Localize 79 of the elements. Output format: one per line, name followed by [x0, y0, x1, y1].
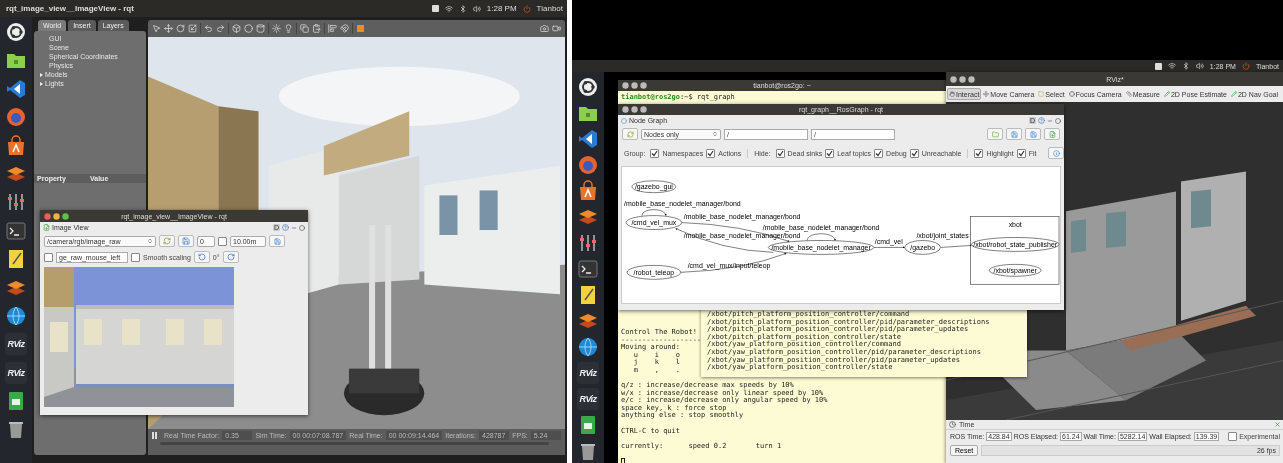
checkbox[interactable] — [874, 148, 884, 158]
move-icon — [983, 91, 990, 97]
terminal-icon[interactable] — [5, 219, 27, 242]
move-icon[interactable] — [164, 24, 173, 33]
shopping-bag-icon[interactable] — [5, 134, 27, 157]
circle-logo-icon[interactable] — [5, 21, 27, 43]
pencil-icon — [1163, 91, 1170, 97]
copy-icon[interactable] — [300, 24, 309, 33]
rviz-launcher[interactable]: RViz — [577, 388, 599, 410]
checkbox[interactable] — [909, 148, 919, 158]
sun-icon[interactable] — [272, 24, 281, 33]
volume-icon[interactable] — [472, 4, 481, 13]
align-icon[interactable] — [328, 24, 337, 33]
save-icon — [1029, 130, 1037, 138]
cylinder-icon[interactable] — [256, 24, 265, 33]
checkbox[interactable] — [775, 148, 785, 158]
info-icon — [1052, 149, 1060, 157]
video-icon[interactable] — [552, 24, 561, 33]
user-name: Tianbot — [536, 4, 563, 13]
rotate-icon[interactable] — [176, 24, 185, 33]
wifi-icon[interactable] — [1167, 62, 1176, 70]
magnet-icon[interactable] — [340, 24, 349, 33]
code-editor-icon[interactable] — [577, 128, 599, 150]
file-icon — [1048, 130, 1056, 138]
close-icon[interactable] — [1055, 117, 1061, 124]
globe-icon[interactable] — [5, 304, 27, 327]
terminal-icon[interactable] — [577, 258, 599, 280]
checkbox[interactable] — [825, 148, 835, 158]
updown-icon — [712, 131, 718, 137]
checkbox[interactable] — [44, 252, 53, 262]
text-cursor — [621, 458, 625, 463]
refresh-icon — [626, 130, 634, 138]
bulb-icon[interactable] — [284, 24, 293, 33]
checkbox[interactable] — [650, 148, 660, 158]
shopping-bag-icon[interactable] — [577, 180, 599, 202]
color-cube-icon[interactable] — [356, 24, 365, 33]
window-controls[interactable] — [622, 106, 648, 113]
sliders-icon[interactable] — [577, 232, 599, 254]
checkbox[interactable] — [1016, 148, 1026, 158]
window-controls[interactable] — [622, 82, 648, 89]
sphere-icon[interactable] — [244, 24, 253, 33]
clock-icon — [949, 421, 956, 428]
undo-icon[interactable] — [204, 24, 213, 33]
rviz-launcher[interactable]: RViz — [5, 333, 27, 356]
camera-icon[interactable] — [540, 24, 549, 33]
window-controls[interactable] — [950, 75, 976, 83]
plugin-icon — [43, 224, 50, 231]
window-controls[interactable] — [44, 212, 70, 220]
box-icon[interactable] — [232, 24, 241, 33]
paste-icon[interactable] — [312, 24, 321, 33]
browser-icon[interactable] — [577, 154, 599, 176]
folder-icon — [991, 130, 999, 138]
bluetooth-icon[interactable] — [1181, 62, 1190, 70]
volume-icon[interactable] — [1195, 62, 1204, 70]
checkbox[interactable] — [706, 148, 716, 158]
globe-icon[interactable] — [577, 336, 599, 358]
scale-icon[interactable] — [188, 24, 197, 33]
save-icon — [1010, 130, 1018, 138]
browser-icon[interactable] — [5, 106, 27, 129]
checkbox[interactable] — [974, 148, 984, 158]
checkbox[interactable] — [131, 252, 140, 262]
circle-logo-icon[interactable] — [577, 76, 599, 98]
code-editor-icon[interactable] — [5, 77, 27, 100]
wifi-icon[interactable] — [444, 4, 453, 13]
crosshair-icon — [1068, 91, 1075, 97]
bluetooth-icon[interactable] — [458, 4, 467, 13]
close-icon[interactable] — [1274, 421, 1281, 428]
rviz-launcher[interactable]: RViz — [577, 362, 599, 384]
ruler-icon — [1125, 91, 1132, 97]
hand-icon — [949, 91, 955, 97]
checkbox[interactable] — [1228, 432, 1238, 441]
window-title: rqt_image_view__ImageView - rqt — [6, 4, 135, 13]
clock-text[interactable]: 1:28 PM — [486, 4, 517, 13]
pointer-icon[interactable] — [152, 24, 161, 33]
redo-icon[interactable] — [216, 24, 225, 33]
pause-icon[interactable] — [152, 432, 157, 439]
pencil-icon — [1230, 91, 1237, 97]
rviz-launcher[interactable]: RViz — [5, 361, 27, 384]
plugin-icon — [621, 117, 627, 124]
